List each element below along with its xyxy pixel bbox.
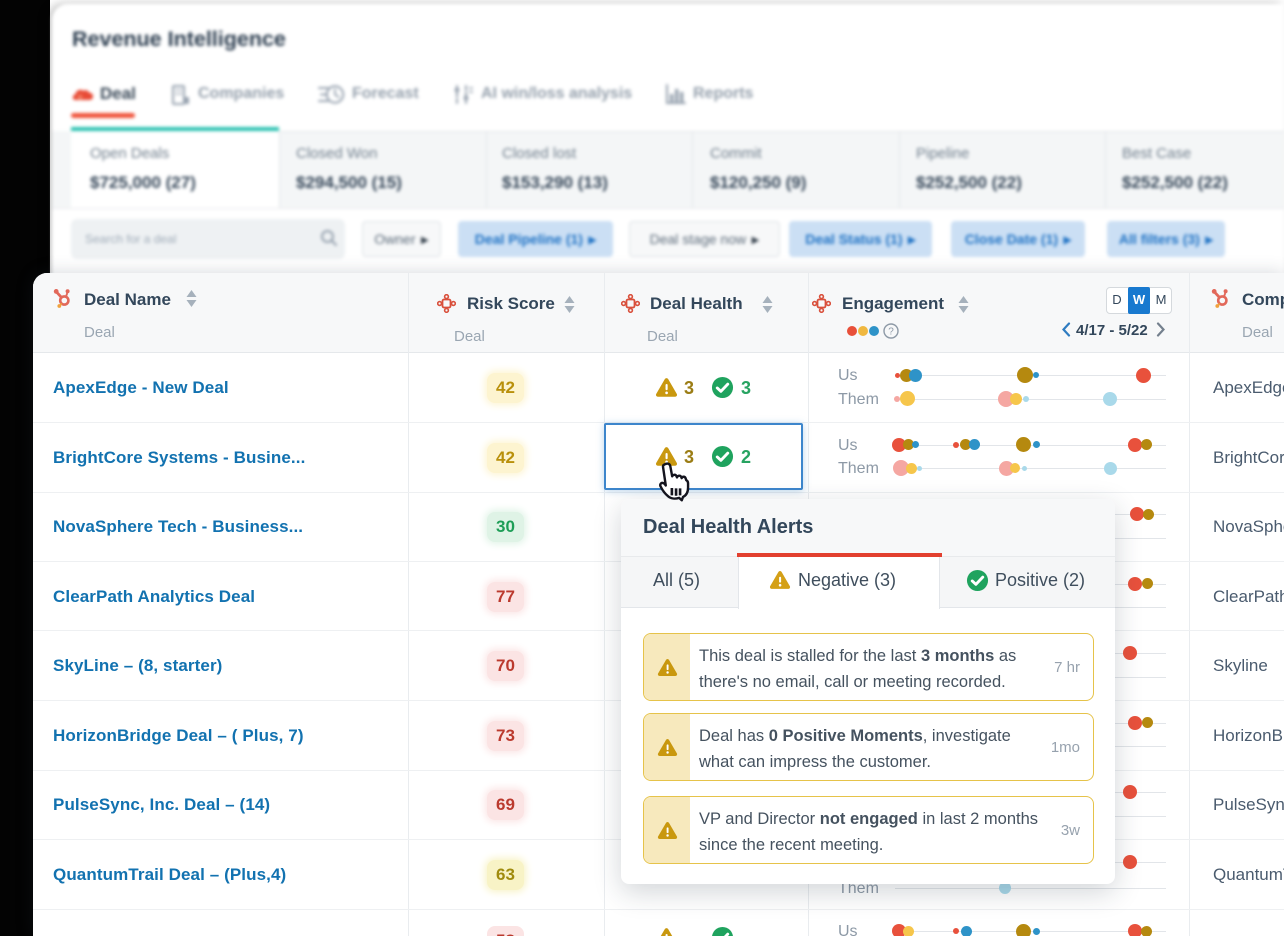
svg-text:?: ? [888,327,894,338]
